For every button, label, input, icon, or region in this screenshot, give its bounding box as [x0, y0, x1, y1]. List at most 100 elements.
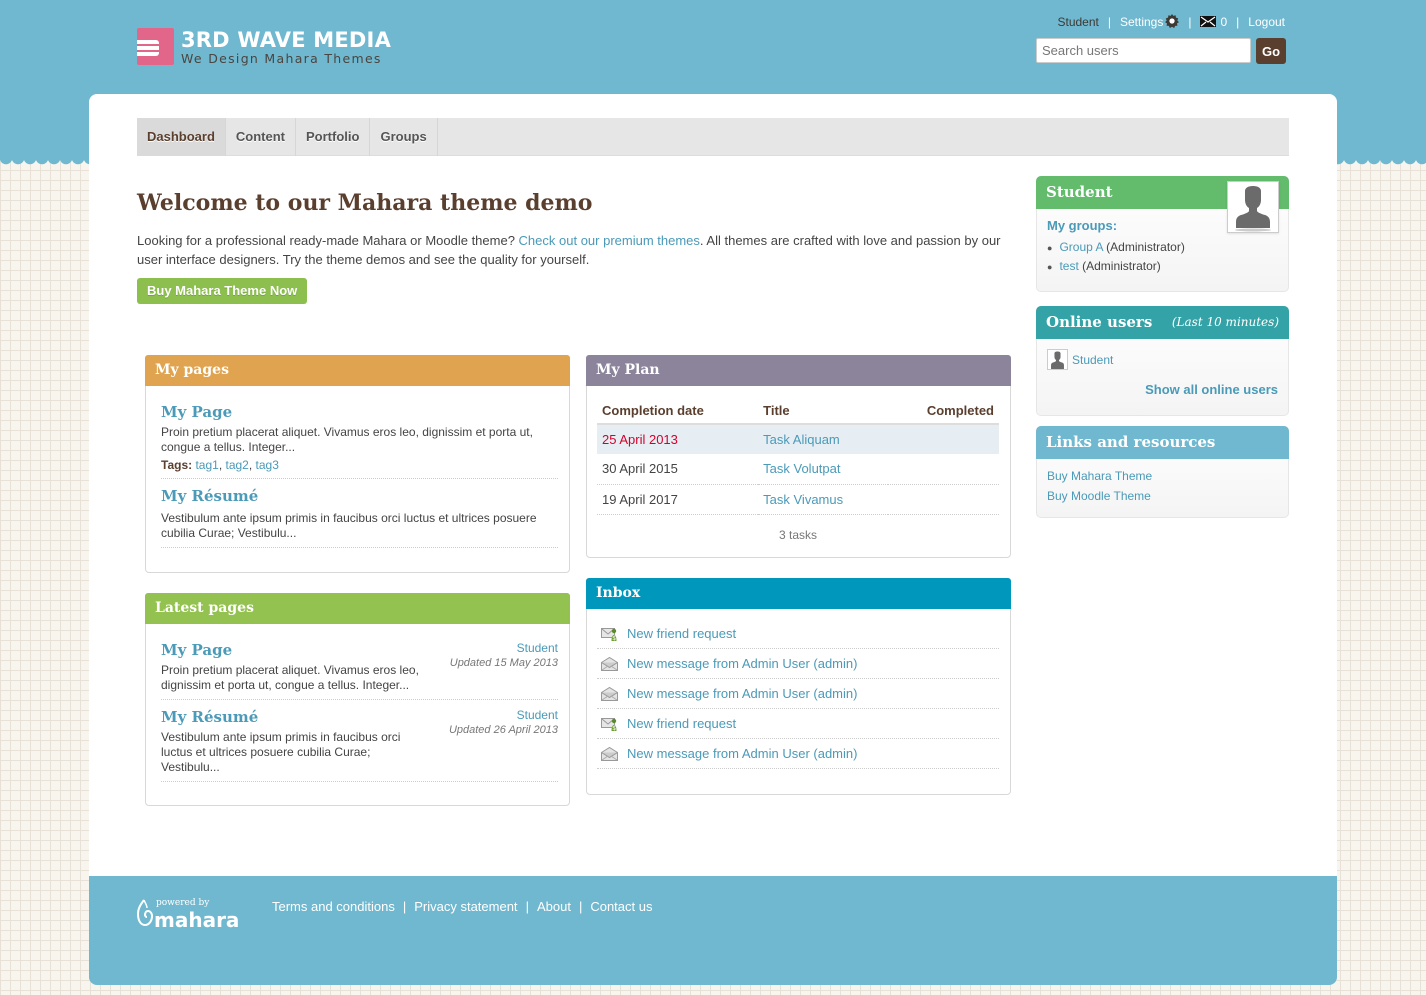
- messages-count: 0: [1220, 14, 1228, 29]
- task-link[interactable]: Task Vivamus: [763, 492, 843, 507]
- page-title-link[interactable]: My Résumé: [161, 487, 258, 505]
- logo-tagline: We Design Mahara Themes: [181, 51, 382, 66]
- mahara-flame-icon: [136, 899, 154, 927]
- tab-content[interactable]: Content: [226, 118, 297, 156]
- welcome-text: Looking for a professional ready-made Ma…: [137, 231, 1017, 269]
- page-title-link[interactable]: My Résumé: [161, 708, 258, 726]
- inbox-item[interactable]: $ New friend request: [597, 619, 999, 649]
- envelope-icon: [1200, 15, 1217, 27]
- footer-links: Terms and conditions | Privacy statement |…: [272, 899, 652, 914]
- list-item: My Résumé Vestibulum ante ipsum primis i…: [161, 485, 558, 548]
- inbox-item[interactable]: New message from Admin User (admin): [597, 739, 999, 769]
- inbox-item[interactable]: New message from Admin User (admin): [597, 679, 999, 709]
- contact-link[interactable]: Contact us: [590, 899, 652, 914]
- mahara-wordmark: mahara: [154, 908, 239, 932]
- page-description: Vestibulum ante ipsum primis in faucibus…: [161, 511, 537, 540]
- user-profile-link[interactable]: Student: [1058, 15, 1099, 29]
- column-header: Completion date: [597, 397, 759, 425]
- completion-date: 25 April 2013: [597, 424, 759, 454]
- group-link[interactable]: test: [1059, 259, 1078, 273]
- page-title: Welcome to our Mahara theme demo: [137, 190, 593, 216]
- inbox-item[interactable]: New message from Admin User (admin): [597, 649, 999, 679]
- svg-text:$: $: [612, 635, 616, 642]
- premium-themes-link[interactable]: Check out our premium themes: [519, 233, 700, 248]
- logo-mark-icon: [137, 28, 174, 65]
- message-icon: [597, 686, 627, 701]
- online-user-link[interactable]: Student: [1072, 353, 1113, 367]
- plan-table: Completion date Title Completed 25 April…: [597, 397, 999, 515]
- inbox-item-link[interactable]: New message from Admin User (admin): [627, 686, 857, 701]
- task-link[interactable]: Task Aliquam: [763, 432, 840, 447]
- separator: |: [1188, 14, 1192, 29]
- message-icon: [597, 746, 627, 761]
- links-resources-block: Links and resources Buy Mahara Theme Buy…: [1036, 426, 1289, 518]
- search-go-button[interactable]: Go: [1256, 38, 1286, 64]
- site-logo[interactable]: 3RD WAVE MEDIA We Design Mahara Themes: [137, 28, 391, 66]
- separator: |: [1107, 14, 1111, 29]
- my-pages-block: My pages My Page Proin pretium placerat …: [145, 355, 570, 573]
- completed-cell: [887, 454, 999, 485]
- tab-dashboard[interactable]: Dashboard: [137, 118, 226, 156]
- privacy-link[interactable]: Privacy statement: [414, 899, 517, 914]
- column-header: Completed: [887, 397, 999, 425]
- separator: |: [1236, 14, 1240, 29]
- inbox-item[interactable]: $ New friend request: [597, 709, 999, 739]
- inbox-item-link[interactable]: New friend request: [627, 716, 736, 731]
- separator: |: [578, 899, 583, 914]
- task-link[interactable]: Task Volutpat: [763, 461, 840, 476]
- profile-block: Student My groups: ● Group A (Administrat…: [1036, 176, 1289, 292]
- buy-moodle-theme-link[interactable]: Buy Moodle Theme: [1047, 489, 1151, 503]
- online-users-subtitle: (Last 10 minutes): [1171, 315, 1279, 329]
- buy-mahara-theme-link[interactable]: Buy Mahara Theme: [1047, 469, 1152, 483]
- buy-mahara-theme-button[interactable]: Buy Mahara Theme Now: [137, 278, 308, 304]
- friend-request-icon: $: [597, 626, 627, 642]
- user-silhouette-icon: [1235, 186, 1271, 232]
- logo-title: 3RD WAVE MEDIA: [181, 28, 392, 52]
- tag-link[interactable]: tag3: [256, 458, 279, 472]
- list-item: My Résumé Vestibulum ante ipsum primis i…: [161, 706, 558, 782]
- tab-groups[interactable]: Groups: [370, 118, 438, 156]
- completion-date: 19 April 2017: [597, 484, 759, 515]
- online-users-block: Online users (Last 10 minutes) Student S…: [1036, 306, 1289, 416]
- group-link[interactable]: Group A: [1059, 240, 1102, 254]
- user-avatar-icon[interactable]: [1047, 349, 1068, 370]
- footer: powered by mahara Terms and conditions | …: [89, 876, 1337, 985]
- owner-link[interactable]: Student: [517, 641, 558, 655]
- owner-link[interactable]: Student: [517, 708, 558, 722]
- inbox-item-link[interactable]: New message from Admin User (admin): [627, 656, 857, 671]
- tag-link[interactable]: tag2: [226, 458, 249, 472]
- block-title: Links and resources: [1036, 426, 1289, 459]
- show-all-online-users-link[interactable]: Show all online users: [1145, 382, 1278, 397]
- page-description: Vestibulum ante ipsum primis in faucibus…: [161, 730, 401, 774]
- about-link[interactable]: About: [537, 899, 571, 914]
- avatar[interactable]: [1227, 181, 1279, 233]
- completed-cell: [887, 484, 999, 515]
- inbox-item-link[interactable]: New friend request: [627, 626, 736, 641]
- settings-label: Settings: [1120, 15, 1164, 29]
- group-role: (Administrator): [1102, 240, 1185, 254]
- terms-link[interactable]: Terms and conditions: [272, 899, 395, 914]
- inbox-block: Inbox $ New friend request New message f…: [586, 578, 1011, 795]
- completion-date: 30 April 2015: [597, 454, 759, 485]
- column-header: Title: [758, 397, 888, 425]
- block-title: Latest pages: [145, 593, 570, 624]
- search-users-input[interactable]: [1036, 38, 1251, 63]
- page-title-link[interactable]: My Page: [161, 641, 232, 659]
- svg-text:$: $: [612, 725, 616, 732]
- tab-portfolio[interactable]: Portfolio: [296, 118, 371, 156]
- page-title-link[interactable]: My Page: [161, 403, 232, 421]
- messages-link[interactable]: 0: [1200, 15, 1227, 29]
- group-item: ● test (Administrator): [1047, 259, 1161, 273]
- powered-by-mahara-logo[interactable]: powered by mahara: [136, 896, 239, 935]
- block-title: My Plan: [586, 355, 1011, 386]
- completed-cell: [887, 424, 999, 454]
- tag-link[interactable]: tag1: [195, 458, 218, 472]
- page-description: Proin pretium placerat aliquet. Vivamus …: [161, 663, 419, 692]
- inbox-item-link[interactable]: New message from Admin User (admin): [627, 746, 857, 761]
- gear-icon: [1165, 14, 1180, 28]
- settings-link[interactable]: Settings: [1120, 14, 1180, 29]
- latest-pages-block: Latest pages My Page Proin pretium place…: [145, 593, 570, 806]
- online-user-item: Student: [1047, 349, 1278, 370]
- welcome-text-part: Looking for a professional ready-made Ma…: [137, 233, 519, 248]
- logout-link[interactable]: Logout: [1248, 15, 1285, 29]
